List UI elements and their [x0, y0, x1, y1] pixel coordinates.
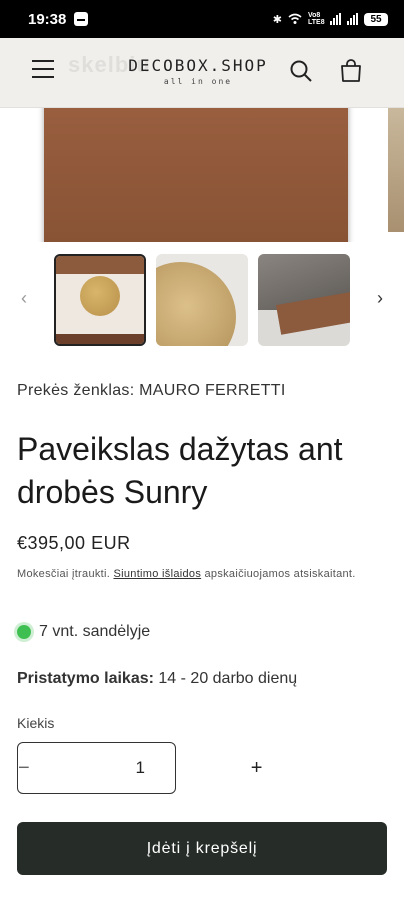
quantity-input[interactable]	[29, 743, 251, 793]
quantity-label: Kiekis	[17, 715, 55, 731]
wifi-icon	[288, 13, 302, 24]
site-logo[interactable]: DECOBOX.SHOP all in one	[118, 56, 278, 86]
tax-note-prefix: Mokesčiai įtraukti.	[17, 568, 114, 580]
status-bar: 19:38 ✱ Vo8 LTE8 55	[0, 0, 404, 38]
increase-quantity-button[interactable]: +	[251, 743, 263, 793]
decrease-quantity-button[interactable]: −	[18, 743, 30, 793]
product-title: Paveikslas dažytas ant drobės Sunry	[17, 431, 343, 510]
bluetooth-icon: ✱	[272, 13, 282, 26]
delivery-value: 14 - 20 darbo dienų	[153, 670, 298, 687]
thumbnail-2[interactable]	[156, 254, 248, 346]
network-label: Vo8 LTE8	[308, 12, 325, 26]
search-icon[interactable]	[288, 58, 314, 84]
status-icons: ✱ Vo8 LTE8 55	[273, 12, 388, 26]
site-header: skelbiu DECOBOX.SHOP all in one	[0, 38, 404, 108]
status-time: 19:38	[28, 10, 67, 28]
thumbnail-1[interactable]	[54, 254, 146, 346]
notification-icon	[74, 12, 89, 26]
tax-note-suffix: apskaičiuojamos atsiskaitant.	[201, 568, 356, 580]
product-price: €395,00 EUR	[17, 533, 131, 553]
next-image-peek	[388, 108, 404, 232]
in-stock-dot-icon	[17, 625, 31, 639]
menu-icon[interactable]	[32, 60, 54, 78]
chevron-right-icon[interactable]: ›	[370, 288, 390, 308]
stock-status: 7 vnt. sandėlyje	[17, 623, 150, 641]
quantity-stepper: − +	[17, 742, 262, 794]
thumbnail-3[interactable]	[258, 254, 350, 346]
delivery-label: Pristatymo laikas:	[17, 670, 154, 687]
painting-image	[44, 108, 348, 242]
shipping-link[interactable]: Siuntimo išlaidos	[113, 568, 201, 580]
stock-text: 7 vnt. sandėlyje	[39, 623, 151, 640]
signal-icon-2	[347, 13, 358, 25]
chevron-left-icon[interactable]: ‹	[14, 288, 34, 308]
tax-note: Mokesčiai įtraukti. Siuntimo išlaidos ap…	[17, 565, 387, 584]
cart-icon[interactable]	[338, 58, 364, 84]
thumbnail-gallery: ‹ ›	[0, 252, 404, 348]
battery-icon: 55	[364, 12, 388, 26]
add-to-cart-button[interactable]: Įdėti į krepšelį	[17, 822, 387, 875]
product-main-image[interactable]	[0, 108, 404, 242]
signal-icon	[330, 13, 341, 25]
logo-tagline: all in one	[163, 77, 233, 86]
logo-text: DECOBOX.SHOP	[128, 56, 268, 75]
product-brand: Prekės ženklas: MAURO FERRETTI	[17, 382, 286, 399]
delivery-time: Pristatymo laikas: 14 - 20 darbo dienų	[17, 670, 297, 688]
